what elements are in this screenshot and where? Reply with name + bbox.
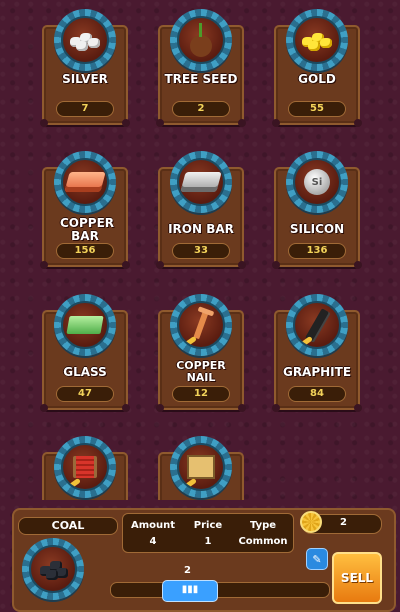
item-card-tree-seed[interactable]: TREE SEED 2 <box>156 9 246 127</box>
item-count: 55 <box>288 101 346 117</box>
stat-price: Price 1 <box>180 518 236 550</box>
item-name-text: COPPER NAIL <box>176 359 226 384</box>
item-count: 156 <box>56 243 114 259</box>
item-name: GRAPHITE <box>282 365 352 379</box>
item-gear-frame <box>54 436 116 498</box>
card-rivet <box>122 119 130 127</box>
coin-icon <box>300 511 322 533</box>
item-card-glass[interactable]: GLASS 47 <box>40 294 130 412</box>
pencil-icon: ✎ <box>312 552 322 566</box>
item-card-wire-spool[interactable] <box>42 436 128 500</box>
amount-slider-thumb[interactable]: ▮▮▮ <box>162 580 218 602</box>
item-name: GLASS <box>63 365 107 379</box>
item-gear-frame <box>170 9 232 71</box>
item-name: GOLD <box>298 72 336 86</box>
item-name-text: COPPER BAR <box>60 216 115 243</box>
item-count: 136 <box>288 243 346 259</box>
stat-label: Price <box>193 520 223 531</box>
item-count: 84 <box>288 386 346 402</box>
stat-value: 4 <box>149 536 157 547</box>
silicon-icon: Si <box>304 169 330 195</box>
stat-type: Type Common <box>235 518 291 550</box>
edit-price-button[interactable]: ✎ <box>306 548 328 570</box>
card-rivet <box>122 261 130 269</box>
stat-label: Amount <box>130 520 176 531</box>
card-rivet <box>156 261 164 269</box>
card-rivet <box>156 404 164 412</box>
stat-label: Type <box>249 520 277 531</box>
item-gear-frame <box>54 294 116 356</box>
circuit-box-icon <box>187 455 215 479</box>
coal-icon <box>38 558 68 580</box>
item-gear-frame: Si <box>286 151 348 213</box>
item-count: 47 <box>56 386 114 402</box>
stat-value: Common <box>238 536 288 547</box>
item-card-graphite[interactable]: GRAPHITE 84 <box>272 294 362 412</box>
card-rivet <box>354 261 362 269</box>
stat-amount: Amount 4 <box>125 518 181 550</box>
item-name: TREE SEED <box>164 72 238 86</box>
item-gear-frame <box>54 151 116 213</box>
card-rivet <box>40 404 48 412</box>
slider-amount: 2 <box>184 565 191 576</box>
card-rivet <box>354 404 362 412</box>
wrench-icon <box>297 335 313 347</box>
selected-item-gear <box>22 538 84 600</box>
coin-amount: 2 <box>340 517 347 528</box>
item-name: SILICON <box>289 222 345 236</box>
wrench-icon <box>65 477 81 489</box>
item-count: 12 <box>172 386 230 402</box>
item-name: COPPER NAIL <box>160 360 242 384</box>
glass-icon <box>66 316 104 334</box>
item-gear-frame <box>286 294 348 356</box>
card-rivet <box>238 404 246 412</box>
card-rivet <box>354 119 362 127</box>
card-rivet <box>40 119 48 127</box>
item-name: COPPER BAR <box>44 217 126 243</box>
card-rivet <box>40 261 48 269</box>
tree-seed-icon <box>190 23 212 57</box>
item-card-copper-bar[interactable]: COPPER BAR 156 <box>40 151 130 269</box>
item-name: SILVER <box>62 72 108 86</box>
stat-value: 1 <box>204 536 212 547</box>
item-gear-frame <box>54 9 116 71</box>
card-rivet <box>238 119 246 127</box>
item-count: 33 <box>172 243 230 259</box>
item-card-gold[interactable]: GOLD 55 <box>272 9 362 127</box>
item-gear-frame <box>170 151 232 213</box>
amount-slider-track[interactable] <box>110 582 330 598</box>
item-gear-frame <box>286 9 348 71</box>
inventory-grid: SILVER 7 TREE SEED 2 GOLD 55 COPPER BAR … <box>0 0 400 500</box>
item-gear-frame <box>170 436 232 498</box>
item-card-iron-bar[interactable]: IRON BAR 33 <box>156 151 246 269</box>
wrench-icon <box>181 335 197 347</box>
card-rivet <box>272 404 280 412</box>
wire-spool-icon <box>73 456 97 478</box>
card-rivet <box>156 119 164 127</box>
copper-bar-icon <box>64 172 106 192</box>
item-card-silicon[interactable]: Si SILICON 136 <box>272 151 362 269</box>
card-rivet <box>272 119 280 127</box>
item-stats-box: Amount 4 Price 1 Type Common <box>122 513 294 553</box>
item-card-circuit-box[interactable] <box>158 436 244 500</box>
silver-nuggets-icon <box>68 29 102 51</box>
card-rivet <box>272 261 280 269</box>
item-gear-frame <box>170 294 232 356</box>
card-rivet <box>238 261 246 269</box>
item-count: 7 <box>56 101 114 117</box>
gold-nuggets-icon <box>300 29 334 51</box>
wrench-icon <box>181 477 197 489</box>
item-card-copper-nail[interactable]: COPPER NAIL 12 <box>156 294 246 412</box>
grip-icon: ▮▮▮ <box>181 584 199 595</box>
item-count: 2 <box>172 101 230 117</box>
copper-nail-icon <box>193 310 209 340</box>
card-rivet <box>122 404 130 412</box>
sell-button[interactable]: SELL <box>332 552 382 604</box>
selected-item-name: COAL <box>18 517 118 535</box>
item-card-silver[interactable]: SILVER 7 <box>40 9 130 127</box>
iron-bar-icon <box>180 172 222 192</box>
item-name: IRON BAR <box>168 222 234 236</box>
